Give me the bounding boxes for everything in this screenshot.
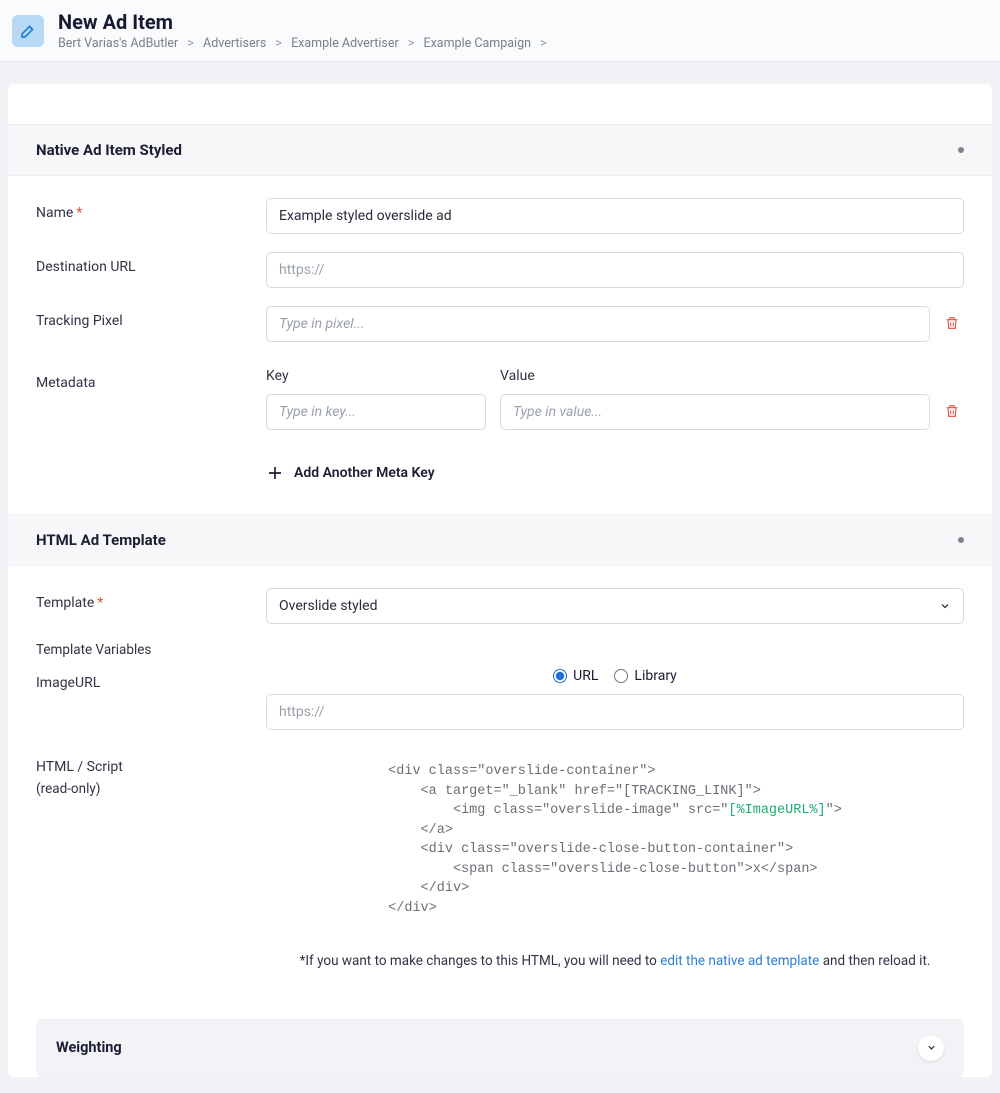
meta-value-input[interactable]	[500, 394, 930, 430]
section-title: Native Ad Item Styled	[36, 141, 182, 159]
template-variables-label: Template Variables	[36, 642, 266, 658]
chevron-right-icon: >	[540, 36, 547, 51]
chevron-down-icon	[926, 1042, 937, 1053]
form-card: Native Ad Item Styled Name* Destination …	[8, 84, 992, 1077]
radio-library-input[interactable]	[614, 669, 628, 683]
section-header-template[interactable]: HTML Ad Template	[8, 514, 992, 566]
imageurl-input[interactable]	[266, 694, 964, 730]
breadcrumb-item[interactable]: Example Advertiser	[291, 36, 399, 51]
meta-key-input[interactable]	[266, 394, 486, 430]
breadcrumb: Bert Varias's AdButler > Advertisers > E…	[58, 36, 553, 51]
destination-url-input[interactable]	[266, 252, 964, 288]
imageurl-label: ImageURL	[36, 668, 266, 691]
template-label: Template*	[36, 588, 266, 611]
imageurl-source-radio-group: URL Library	[553, 668, 677, 684]
metadata-label: Metadata	[36, 368, 266, 391]
tracking-pixel-input[interactable]	[266, 306, 930, 342]
add-meta-key-button[interactable]: Add Another Meta Key	[266, 464, 964, 482]
radio-library[interactable]: Library	[614, 668, 676, 684]
radio-url-input[interactable]	[553, 669, 567, 683]
edit-native-template-link[interactable]: edit the native ad template	[660, 953, 819, 969]
plus-icon	[266, 464, 284, 482]
radio-url[interactable]: URL	[553, 668, 598, 684]
meta-key-header: Key	[266, 368, 486, 384]
edit-icon	[12, 15, 44, 47]
template-helper-text: *If you want to make changes to this HTM…	[300, 953, 931, 969]
trash-icon	[944, 402, 960, 420]
chevron-right-icon: >	[408, 36, 415, 51]
breadcrumb-item[interactable]: Advertisers	[203, 36, 266, 51]
status-dot-icon	[958, 537, 964, 543]
delete-meta-button[interactable]	[940, 398, 964, 427]
expand-weighting-button[interactable]	[918, 1035, 944, 1061]
section-title: HTML Ad Template	[36, 531, 166, 549]
html-script-label: HTML / Script (read-only)	[36, 752, 266, 797]
destination-url-label: Destination URL	[36, 252, 266, 275]
section-weighting[interactable]: Weighting	[36, 1019, 964, 1077]
tracking-pixel-label: Tracking Pixel	[36, 306, 266, 329]
page-header: New Ad Item Bert Varias's AdButler > Adv…	[0, 0, 1000, 62]
status-dot-icon	[958, 147, 964, 153]
chevron-right-icon: >	[275, 36, 282, 51]
chevron-right-icon: >	[187, 36, 194, 51]
delete-pixel-button[interactable]	[940, 310, 964, 339]
breadcrumb-item[interactable]: Example Campaign	[423, 36, 531, 51]
html-code-readonly: <div class="overslide-container"> <a tar…	[376, 752, 854, 929]
name-label: Name*	[36, 198, 266, 221]
page-title: New Ad Item	[58, 10, 553, 34]
trash-icon	[944, 314, 960, 332]
section-title: Weighting	[56, 1039, 122, 1056]
breadcrumb-item[interactable]: Bert Varias's AdButler	[58, 36, 178, 51]
meta-value-header: Value	[500, 368, 964, 384]
section-header-native[interactable]: Native Ad Item Styled	[8, 124, 992, 176]
name-input[interactable]	[266, 198, 964, 234]
chevron-down-icon	[939, 600, 951, 612]
template-select[interactable]: Overslide styled	[266, 588, 964, 624]
